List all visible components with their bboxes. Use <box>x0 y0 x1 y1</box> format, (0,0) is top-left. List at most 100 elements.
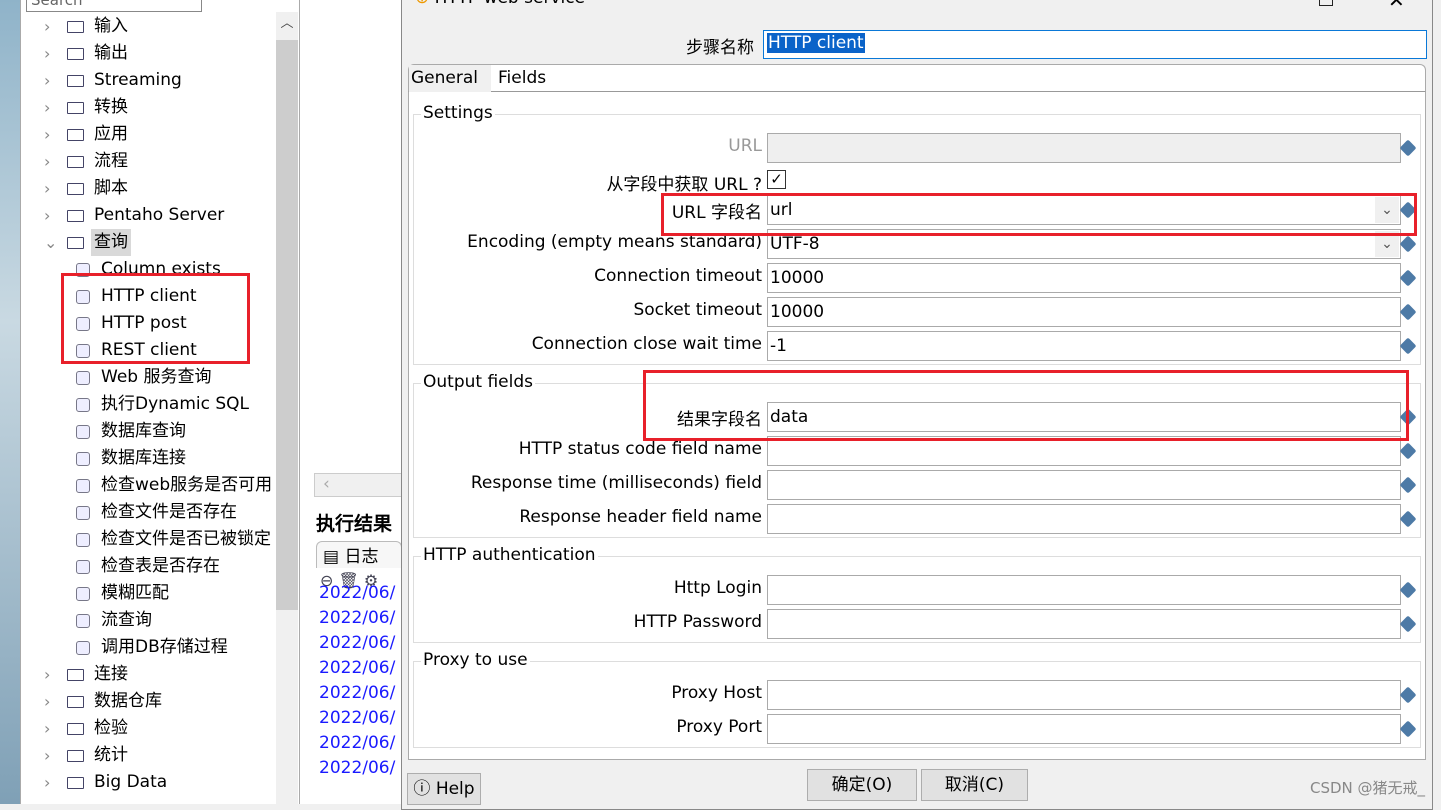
log-line: 2022/06/ <box>319 683 396 703</box>
step-icon <box>76 425 90 439</box>
close-wait-time-input[interactable]: -1 <box>767 331 1401 361</box>
highlight-box <box>643 370 1409 441</box>
step-icon <box>76 641 90 655</box>
tree-folder[interactable]: › Streaming <box>20 67 276 94</box>
tree-folder[interactable]: › 流程 <box>20 148 276 175</box>
dialog-title: ⊕ HTTP web service <box>415 0 585 8</box>
tree-step-item[interactable]: 检查文件是否已被锁定 <box>0 526 276 553</box>
tree-step-item[interactable]: 检查表是否存在 <box>0 553 276 580</box>
step-icon <box>76 506 90 520</box>
step-icon <box>76 533 90 547</box>
ok-button[interactable]: 确定(O) <box>807 769 917 801</box>
folder-icon <box>67 669 84 681</box>
tree-step-item[interactable]: 流查询 <box>0 607 276 634</box>
step-name-label: 步骤名称 <box>686 38 754 58</box>
tree-step-item[interactable]: 模糊匹配 <box>0 580 276 607</box>
chevron-right-icon[interactable]: › <box>44 67 50 94</box>
response-time-field-input[interactable] <box>767 470 1401 500</box>
step-icon <box>76 452 90 466</box>
tree-folder[interactable]: › Pentaho Server <box>20 202 276 229</box>
folder-icon <box>67 210 84 222</box>
log-icon: ▤ <box>323 547 345 567</box>
tree-folder[interactable]: › 数据仓库 <box>20 688 276 715</box>
tree-folder[interactable]: › 检验 <box>20 715 276 742</box>
http-login-input[interactable] <box>767 575 1401 605</box>
tree-step-item[interactable]: 检查web服务是否可用 <box>0 472 276 499</box>
chevron-right-icon[interactable]: › <box>44 121 50 148</box>
tree-step-item[interactable]: 执行Dynamic SQL <box>0 391 276 418</box>
proxy-host-input[interactable] <box>767 680 1401 710</box>
connection-timeout-label: Connection timeout <box>594 266 762 286</box>
url-input[interactable] <box>767 133 1401 163</box>
socket-timeout-input[interactable]: 10000 <box>767 297 1401 327</box>
close-button[interactable]: ✕ <box>1388 0 1405 12</box>
search-input[interactable]: Search <box>26 0 202 12</box>
folder-icon <box>67 723 84 735</box>
help-button[interactable]: ⓘ Help <box>407 773 481 805</box>
url-label: URL <box>728 136 762 156</box>
log-line: 2022/06/ <box>319 608 396 628</box>
folder-icon <box>67 750 84 762</box>
chevron-right-icon[interactable]: › <box>44 175 50 202</box>
chevron-right-icon[interactable]: › <box>44 769 50 796</box>
canvas-hscrollbar[interactable]: ‹ <box>314 473 404 497</box>
from-field-checkbox[interactable]: ✓ <box>767 170 786 189</box>
folder-icon <box>67 102 84 114</box>
proxy-port-input[interactable] <box>767 714 1401 744</box>
folder-icon <box>67 183 84 195</box>
chevron-right-icon[interactable]: › <box>44 13 50 40</box>
tree-folder[interactable]: › 转换 <box>20 94 276 121</box>
step-icon <box>76 398 90 412</box>
chevron-right-icon[interactable]: › <box>44 40 50 67</box>
folder-icon <box>67 48 84 60</box>
folder-icon <box>67 75 84 87</box>
maximize-button[interactable] <box>1319 0 1333 6</box>
folder-icon <box>67 696 84 708</box>
http-login-label: Http Login <box>673 578 762 598</box>
response-header-field-input[interactable] <box>767 504 1401 534</box>
chevron-right-icon[interactable]: › <box>44 742 50 769</box>
chevron-right-icon[interactable]: › <box>44 715 50 742</box>
tree-folder[interactable]: › 连接 <box>20 661 276 688</box>
watermark: CSDN @猪无戒_ <box>1310 779 1426 797</box>
http-password-label: HTTP Password <box>633 612 762 632</box>
tree-folder[interactable]: › Big Data <box>20 769 276 796</box>
tree-scroll-thumb[interactable] <box>276 40 298 610</box>
chevron-right-icon[interactable]: › <box>44 202 50 229</box>
highlight-box <box>661 193 1417 236</box>
step-icon <box>76 560 90 574</box>
tree-folder[interactable]: › 脚本 <box>20 175 276 202</box>
proxy-host-label: Proxy Host <box>671 683 762 703</box>
step-icon <box>76 479 90 493</box>
log-line: 2022/06/ <box>319 583 396 603</box>
tree-folder[interactable]: › 输入 <box>20 13 276 40</box>
connection-timeout-input[interactable]: 10000 <box>767 263 1401 293</box>
cancel-button[interactable]: 取消(C) <box>921 769 1028 801</box>
tree-step-item[interactable]: 检查文件是否存在 <box>0 499 276 526</box>
step-icon <box>76 587 90 601</box>
scroll-up-icon[interactable]: ︿ <box>276 12 298 31</box>
step-icon <box>76 371 90 385</box>
tree-step-item[interactable]: 数据库查询 <box>0 418 276 445</box>
chevron-right-icon[interactable]: › <box>44 661 50 688</box>
tab-fields[interactable]: Fields <box>498 65 546 92</box>
http-password-input[interactable] <box>767 609 1401 639</box>
settings-title: Settings <box>421 103 495 123</box>
output-title: Output fields <box>421 372 535 392</box>
tree-step-item[interactable]: Web 服务查询 <box>0 364 276 391</box>
chevron-right-icon[interactable]: › <box>44 94 50 121</box>
chevron-down-icon[interactable]: ⌄ <box>44 229 57 256</box>
tab-log[interactable]: ▤ 日志 <box>316 541 402 568</box>
chevron-right-icon[interactable]: › <box>44 688 50 715</box>
tree-step-item[interactable]: 数据库连接 <box>0 445 276 472</box>
tree-folder[interactable]: › 输出 <box>20 40 276 67</box>
chevron-right-icon[interactable]: › <box>44 148 50 175</box>
response-header-field-label: Response header field name <box>519 507 762 527</box>
tree-folder[interactable]: ⌄ 查询 <box>20 229 276 256</box>
tree-folder[interactable]: › 统计 <box>20 742 276 769</box>
log-line: 2022/06/ <box>319 708 396 728</box>
tree-step-item[interactable]: 调用DB存储过程 <box>0 634 276 661</box>
tab-general[interactable]: General <box>409 65 491 92</box>
tree-folder[interactable]: › 应用 <box>20 121 276 148</box>
step-name-input[interactable]: HTTP client <box>763 30 1427 59</box>
